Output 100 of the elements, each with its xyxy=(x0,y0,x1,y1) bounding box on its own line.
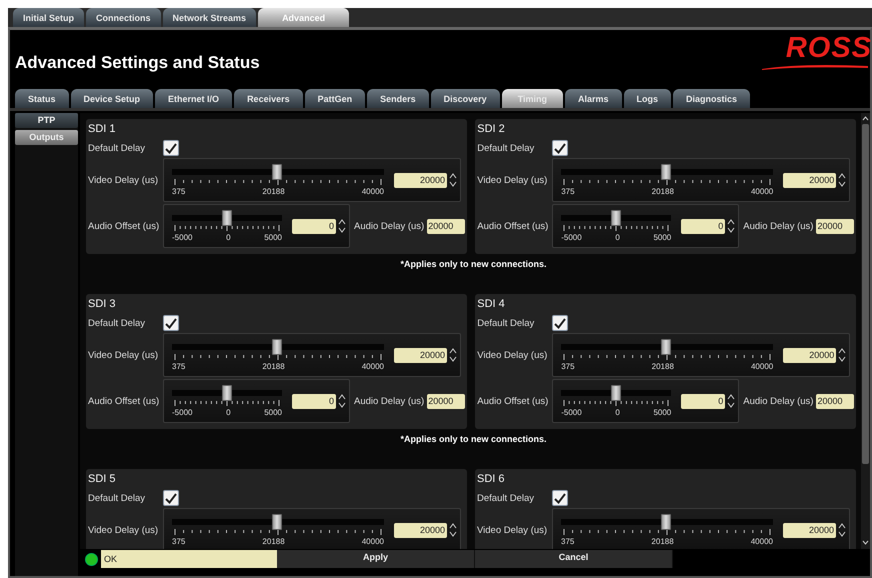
tick-label: 40000 xyxy=(362,537,384,546)
slider-thumb[interactable] xyxy=(272,164,282,180)
tick-label: 20188 xyxy=(652,187,674,196)
spinner-icon xyxy=(727,393,736,409)
checkbox[interactable] xyxy=(552,315,568,331)
page-title: Advanced Settings and Status xyxy=(14,52,260,74)
field-label: Video Delay (us) xyxy=(88,174,160,186)
tick-label: 0 xyxy=(226,408,231,417)
number-field[interactable]: 0 xyxy=(292,218,336,234)
tick-label: 375 xyxy=(561,362,575,371)
field-label: Audio Delay (us) xyxy=(354,396,424,406)
channel-title: SDI 6 xyxy=(477,473,506,487)
tick-label: -5000 xyxy=(172,233,192,242)
number-field[interactable]: 20000 xyxy=(394,348,447,362)
spinner-icon xyxy=(449,172,457,188)
tick-label: -5000 xyxy=(561,408,582,417)
tick-label: 375 xyxy=(172,362,186,371)
tab[interactable]: PattGen xyxy=(304,89,366,108)
slider-thumb[interactable] xyxy=(272,514,282,530)
number-field[interactable]: 20000 xyxy=(394,522,447,538)
field-label: Audio Offset (us) xyxy=(477,220,550,232)
tick-label: 20188 xyxy=(651,537,674,546)
tab[interactable]: Alarms xyxy=(565,89,622,108)
field-label: Video Delay (us) xyxy=(88,524,160,536)
tab[interactable]: Ethernet I/O xyxy=(155,89,232,108)
number-field[interactable]: 20000 xyxy=(783,348,836,362)
tab[interactable]: Senders xyxy=(367,89,429,108)
number-field[interactable]: 20000 xyxy=(816,394,854,408)
slider-thumb[interactable] xyxy=(272,339,282,355)
tab[interactable]: Network Streams xyxy=(162,8,256,27)
tick-label: 40000 xyxy=(362,362,384,371)
tab[interactable]: Logs xyxy=(624,89,672,108)
tick-label: 40000 xyxy=(362,187,384,196)
field-label: Audio Delay (us) xyxy=(743,220,814,232)
tick-label: 20188 xyxy=(652,362,674,371)
tab[interactable]: Discovery xyxy=(430,89,500,108)
tab[interactable]: Status xyxy=(15,89,69,108)
slider-thumb[interactable] xyxy=(611,385,622,401)
tick-label: -5000 xyxy=(561,233,582,242)
number-field[interactable]: 20000 xyxy=(427,394,466,408)
checkbox[interactable] xyxy=(552,140,568,156)
tick-label: 40000 xyxy=(750,537,773,546)
status-field: OK xyxy=(101,550,277,568)
number-field[interactable]: 20000 xyxy=(427,218,466,234)
tick-label: 20188 xyxy=(262,187,285,196)
channel-title: SDI 3 xyxy=(88,298,117,312)
slider-thumb[interactable] xyxy=(222,210,232,226)
checkbox[interactable] xyxy=(552,490,568,506)
action-button[interactable]: Cancel xyxy=(475,550,673,568)
checkbox[interactable] xyxy=(163,140,179,156)
tick-label: 0 xyxy=(615,233,620,242)
tick-label: 40000 xyxy=(750,362,774,371)
field-label: Video Delay (us) xyxy=(477,350,548,360)
slider-thumb[interactable] xyxy=(661,339,672,355)
checkbox[interactable] xyxy=(163,490,179,506)
sidebar-item[interactable]: PTP xyxy=(15,113,78,128)
number-field[interactable]: 20000 xyxy=(783,172,836,188)
action-button[interactable]: Apply xyxy=(277,550,475,568)
tab[interactable]: Device Setup xyxy=(70,89,154,108)
channel-title: SDI 5 xyxy=(88,473,117,487)
tick-label: 0 xyxy=(615,408,620,417)
field-label: Video Delay (us) xyxy=(477,174,548,186)
tick-label: -5000 xyxy=(172,408,192,417)
tab[interactable]: Connections xyxy=(86,8,161,27)
channel-title: SDI 1 xyxy=(88,123,117,137)
number-field[interactable]: 0 xyxy=(681,218,726,234)
channel-title: SDI 2 xyxy=(477,123,506,137)
swoosh-icon xyxy=(760,63,870,71)
spinner-icon xyxy=(838,172,846,188)
slider-thumb[interactable] xyxy=(222,385,232,401)
tab[interactable]: Diagnostics xyxy=(673,89,750,108)
field-label: Video Delay (us) xyxy=(477,524,548,536)
checkbox[interactable] xyxy=(163,315,179,331)
slider-thumb[interactable] xyxy=(661,164,672,180)
logo-text: ROSS xyxy=(786,33,872,63)
slider-thumb[interactable] xyxy=(611,210,622,226)
number-field[interactable]: 0 xyxy=(681,394,726,408)
tick-label: 375 xyxy=(172,187,186,196)
tick-label: 5000 xyxy=(653,408,672,417)
field-label: Default Delay xyxy=(88,318,146,328)
tick-label: 375 xyxy=(172,537,186,546)
tab[interactable]: Initial Setup xyxy=(13,8,84,27)
field-label: Default Delay xyxy=(477,318,536,328)
number-field[interactable]: 20000 xyxy=(783,522,836,538)
number-field[interactable]: 20000 xyxy=(816,218,854,234)
field-label: Audio Offset (us) xyxy=(88,220,160,232)
tab[interactable]: Receivers xyxy=(234,89,303,108)
slider-thumb[interactable] xyxy=(660,514,671,530)
channel-title: SDI 4 xyxy=(477,298,506,312)
number-field[interactable]: 0 xyxy=(292,394,336,408)
tick-label: 375 xyxy=(561,537,574,546)
tick-label: 0 xyxy=(226,233,231,242)
field-label: Default Delay xyxy=(88,492,146,504)
tick-label: 5000 xyxy=(264,408,282,417)
field-label: Default Delay xyxy=(477,142,536,154)
number-field[interactable]: 20000 xyxy=(394,172,447,188)
tick-label: 5000 xyxy=(264,233,282,242)
tick-label: 5000 xyxy=(653,233,672,242)
spinner-icon xyxy=(838,347,846,363)
field-label: Video Delay (us) xyxy=(88,350,160,360)
